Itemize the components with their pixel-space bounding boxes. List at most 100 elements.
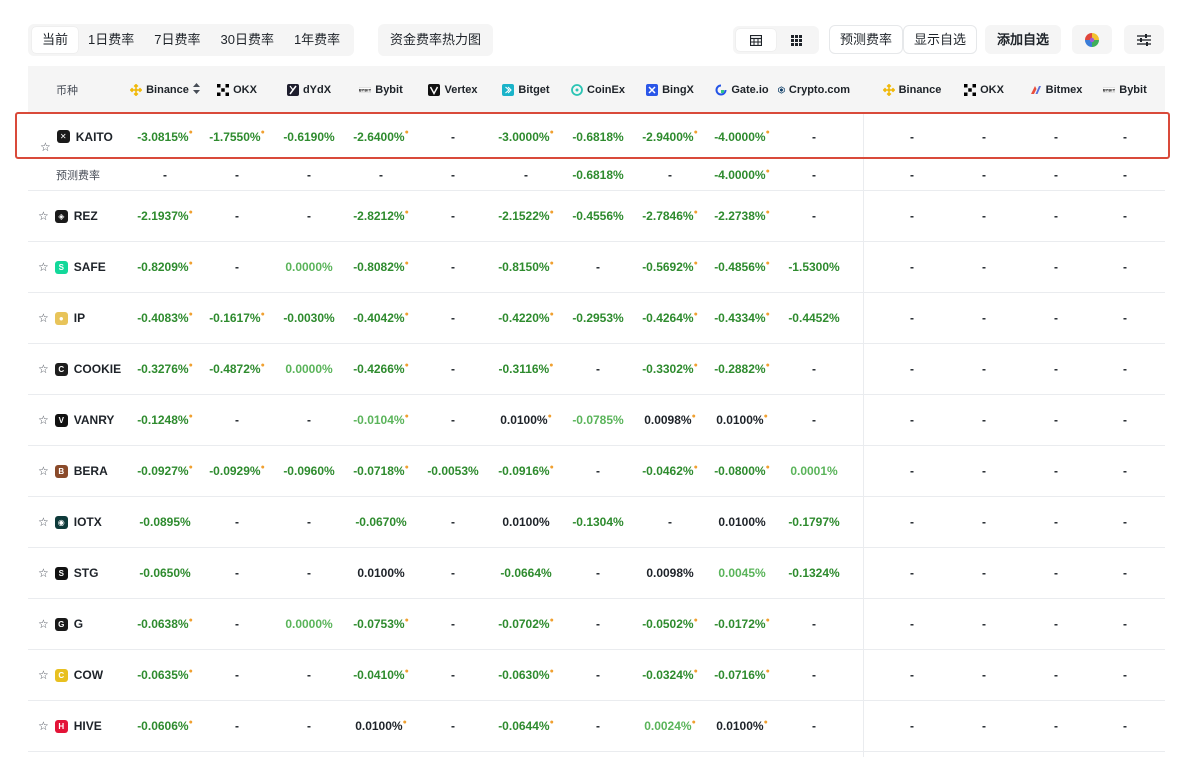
rate-cell[interactable]: -0.0960%	[273, 446, 345, 496]
grid-view-button[interactable]	[776, 29, 816, 51]
rate-cell[interactable]: 0.0100%	[490, 497, 562, 547]
favorite-star-icon[interactable]: ☆	[38, 464, 49, 478]
coin-symbol[interactable]: COOKIE	[74, 362, 121, 376]
rate-cell[interactable]: -0.0716% ●	[706, 650, 778, 700]
rate-cell[interactable]: -0.8209% ●	[129, 242, 201, 292]
tab-period-2[interactable]: 7日费率	[144, 27, 210, 53]
rate-cell[interactable]: 0.0001%	[778, 446, 850, 496]
rate-cell[interactable]: -0.1304%	[562, 497, 634, 547]
rate-cell[interactable]: -0.0670%	[345, 497, 417, 547]
table-row[interactable]: ☆ ● IP -0.4083% ● -0.1617% ● -0.0030% -0.4042% ● -…	[28, 293, 1165, 344]
favorite-star-icon[interactable]: ☆	[38, 719, 49, 733]
rate-cell[interactable]: -2.2738% ●	[706, 191, 778, 241]
rate-cell[interactable]: -0.4042% ●	[345, 293, 417, 343]
rate-cell[interactable]: -0.0895%	[129, 497, 201, 547]
exchange-header-binance[interactable]: Binance	[129, 66, 201, 113]
heatmap-button[interactable]: 资金费率热力图	[378, 24, 494, 56]
rate-cell[interactable]: -0.0635% ●	[129, 650, 201, 700]
rate-cell[interactable]: -0.0702% ●	[490, 599, 562, 649]
rate-cell[interactable]: -0.0462% ●	[634, 446, 706, 496]
predicted-rate-button[interactable]: 预测费率	[829, 25, 904, 54]
rate-cell[interactable]: -0.0638% ●	[129, 599, 201, 649]
table-row[interactable]: ☆ H HIVE -0.0606% ● - -0.0100% ● - -0.0644% ● -0.00…	[28, 701, 1165, 752]
rate-cell[interactable]: -0.0104% ●	[345, 395, 417, 445]
rate-cell[interactable]: 0.0000%	[273, 599, 345, 649]
tab-period-4[interactable]: 1年费率	[284, 27, 350, 53]
table-view-button[interactable]	[736, 29, 776, 51]
favorite-star-icon[interactable]: ☆	[38, 209, 49, 223]
tab-period-0[interactable]: 当前	[32, 27, 79, 53]
rate-cell[interactable]: -2.8212% ●	[345, 191, 417, 241]
coin-symbol[interactable]: HIVE	[74, 719, 102, 733]
table-row[interactable]: ☆ S SAFE -0.8209% ● -0.0000% -0.8082% ● - -0.8150…	[28, 242, 1165, 293]
table-row[interactable]: ☆ C COW -0.0635% ● - - -0.0410% ● - -0.0630% ● - -0.0…	[28, 650, 1165, 701]
table-row[interactable]: ☆ ✕ KAITO -3.0815% ● -1.7550% ● -0.6190% -2.6400…	[28, 113, 1165, 160]
rate-cell[interactable]: 0.0024% ●	[634, 701, 706, 751]
table-row[interactable]: ☆ S STG -0.0650% - - 0.0100% - -0.0664% - 0.0098% 0…	[28, 548, 1165, 599]
rate-cell[interactable]: -2.7846% ●	[634, 191, 706, 241]
table-row[interactable]: ☆ B BERA -0.0927% ● -0.0929% ● -0.0960% -0.0718%…	[28, 446, 1165, 497]
rate-cell[interactable]: -0.0644% ●	[490, 701, 562, 751]
rate-cell[interactable]: -0.6190%	[273, 113, 345, 160]
rate-cell[interactable]: 0.0100% ●	[706, 701, 778, 751]
rate-cell[interactable]: -0.4452%	[778, 293, 850, 343]
rate-cell[interactable]: -0.4083% ●	[129, 293, 201, 343]
rate-cell[interactable]: -0.5692% ●	[634, 242, 706, 292]
rate-cell[interactable]: 0.0045%	[706, 548, 778, 598]
rate-cell[interactable]: -0.0916% ●	[490, 446, 562, 496]
rate-cell[interactable]: -2.1937% ●	[129, 191, 201, 241]
settings-button[interactable]	[1124, 25, 1164, 54]
rate-cell[interactable]: -0.0800% ●	[706, 446, 778, 496]
favorite-star-icon[interactable]: ☆	[40, 140, 51, 154]
rate-cell[interactable]: -0.6818%	[562, 113, 634, 160]
favorite-star-icon[interactable]: ☆	[38, 515, 49, 529]
color-scheme-button[interactable]	[1072, 25, 1112, 54]
rate-cell[interactable]: 0.0098% ●	[634, 395, 706, 445]
favorite-star-icon[interactable]: ☆	[38, 668, 49, 682]
rate-cell[interactable]: -3.0815% ●	[129, 113, 201, 160]
rate-cell[interactable]: -0.0650%	[129, 548, 201, 598]
rate-cell[interactable]: -0.0929% ●	[201, 446, 273, 496]
favorite-star-icon[interactable]: ☆	[38, 617, 49, 631]
coin-symbol[interactable]: COW	[74, 668, 103, 682]
rate-cell[interactable]: -2.6400% ●	[345, 113, 417, 160]
rate-cell[interactable]: -0.3276% ●	[129, 344, 201, 394]
rate-cell[interactable]: -0.0630% ●	[490, 650, 562, 700]
rate-cell[interactable]: -0.0718% ●	[345, 446, 417, 496]
rate-cell[interactable]: -0.0410% ●	[345, 650, 417, 700]
rate-cell[interactable]: 0.0100%	[706, 497, 778, 547]
table-row[interactable]: ☆ G G -0.0638% ● -0.0000% -0.0753% ● - -0.0702% ● -…	[28, 599, 1165, 650]
rate-cell[interactable]: -4.0000% ●	[706, 160, 778, 190]
rate-cell[interactable]: -0.8082% ●	[345, 242, 417, 292]
coin-symbol[interactable]: IP	[74, 311, 85, 325]
rate-cell[interactable]: -3.0000% ●	[490, 113, 562, 160]
favorite-star-icon[interactable]: ☆	[38, 566, 49, 580]
favorite-star-icon[interactable]: ☆	[38, 311, 49, 325]
coin-symbol[interactable]: KAITO	[76, 130, 113, 144]
rate-cell[interactable]: -4.0000% ●	[706, 113, 778, 160]
rate-cell[interactable]: -2.9400% ●	[634, 113, 706, 160]
rate-cell[interactable]: -0.0172% ●	[706, 599, 778, 649]
rate-cell[interactable]: 0.0000%	[273, 344, 345, 394]
tab-period-3[interactable]: 30日费率	[210, 27, 283, 53]
rate-cell[interactable]: -0.1324%	[778, 548, 850, 598]
rate-cell[interactable]: -0.4334% ●	[706, 293, 778, 343]
rate-cell[interactable]: -0.4556%	[562, 191, 634, 241]
rate-cell[interactable]: -0.1617% ●	[201, 293, 273, 343]
rate-cell[interactable]: -0.0053%	[417, 446, 489, 496]
rate-cell[interactable]: -0.6818%	[562, 160, 634, 190]
predicted-rate-row[interactable]: 预测费率 - - - - - - -0.6818% - -4.0000% ● - - - - -	[28, 160, 1165, 191]
rate-cell[interactable]: 0.0098%	[634, 548, 706, 598]
rate-cell[interactable]: -0.0753% ●	[345, 599, 417, 649]
rate-cell[interactable]: -0.8150% ●	[490, 242, 562, 292]
coin-symbol[interactable]: IOTX	[74, 515, 102, 529]
favorite-star-icon[interactable]: ☆	[38, 260, 49, 274]
rate-cell[interactable]: -0.0324% ●	[634, 650, 706, 700]
rate-cell[interactable]: -0.0664%	[490, 548, 562, 598]
rate-cell[interactable]: 0.0100%	[345, 548, 417, 598]
table-row[interactable]: ☆ C COOKIE -0.3276% ● -0.4872% ● 0.0000% -0.4266…	[28, 344, 1165, 395]
favorite-star-icon[interactable]: ☆	[38, 362, 49, 376]
rate-cell[interactable]: -1.5300%	[778, 242, 850, 292]
rate-cell[interactable]: -0.0606% ●	[129, 701, 201, 751]
coin-symbol[interactable]: G	[74, 617, 83, 631]
